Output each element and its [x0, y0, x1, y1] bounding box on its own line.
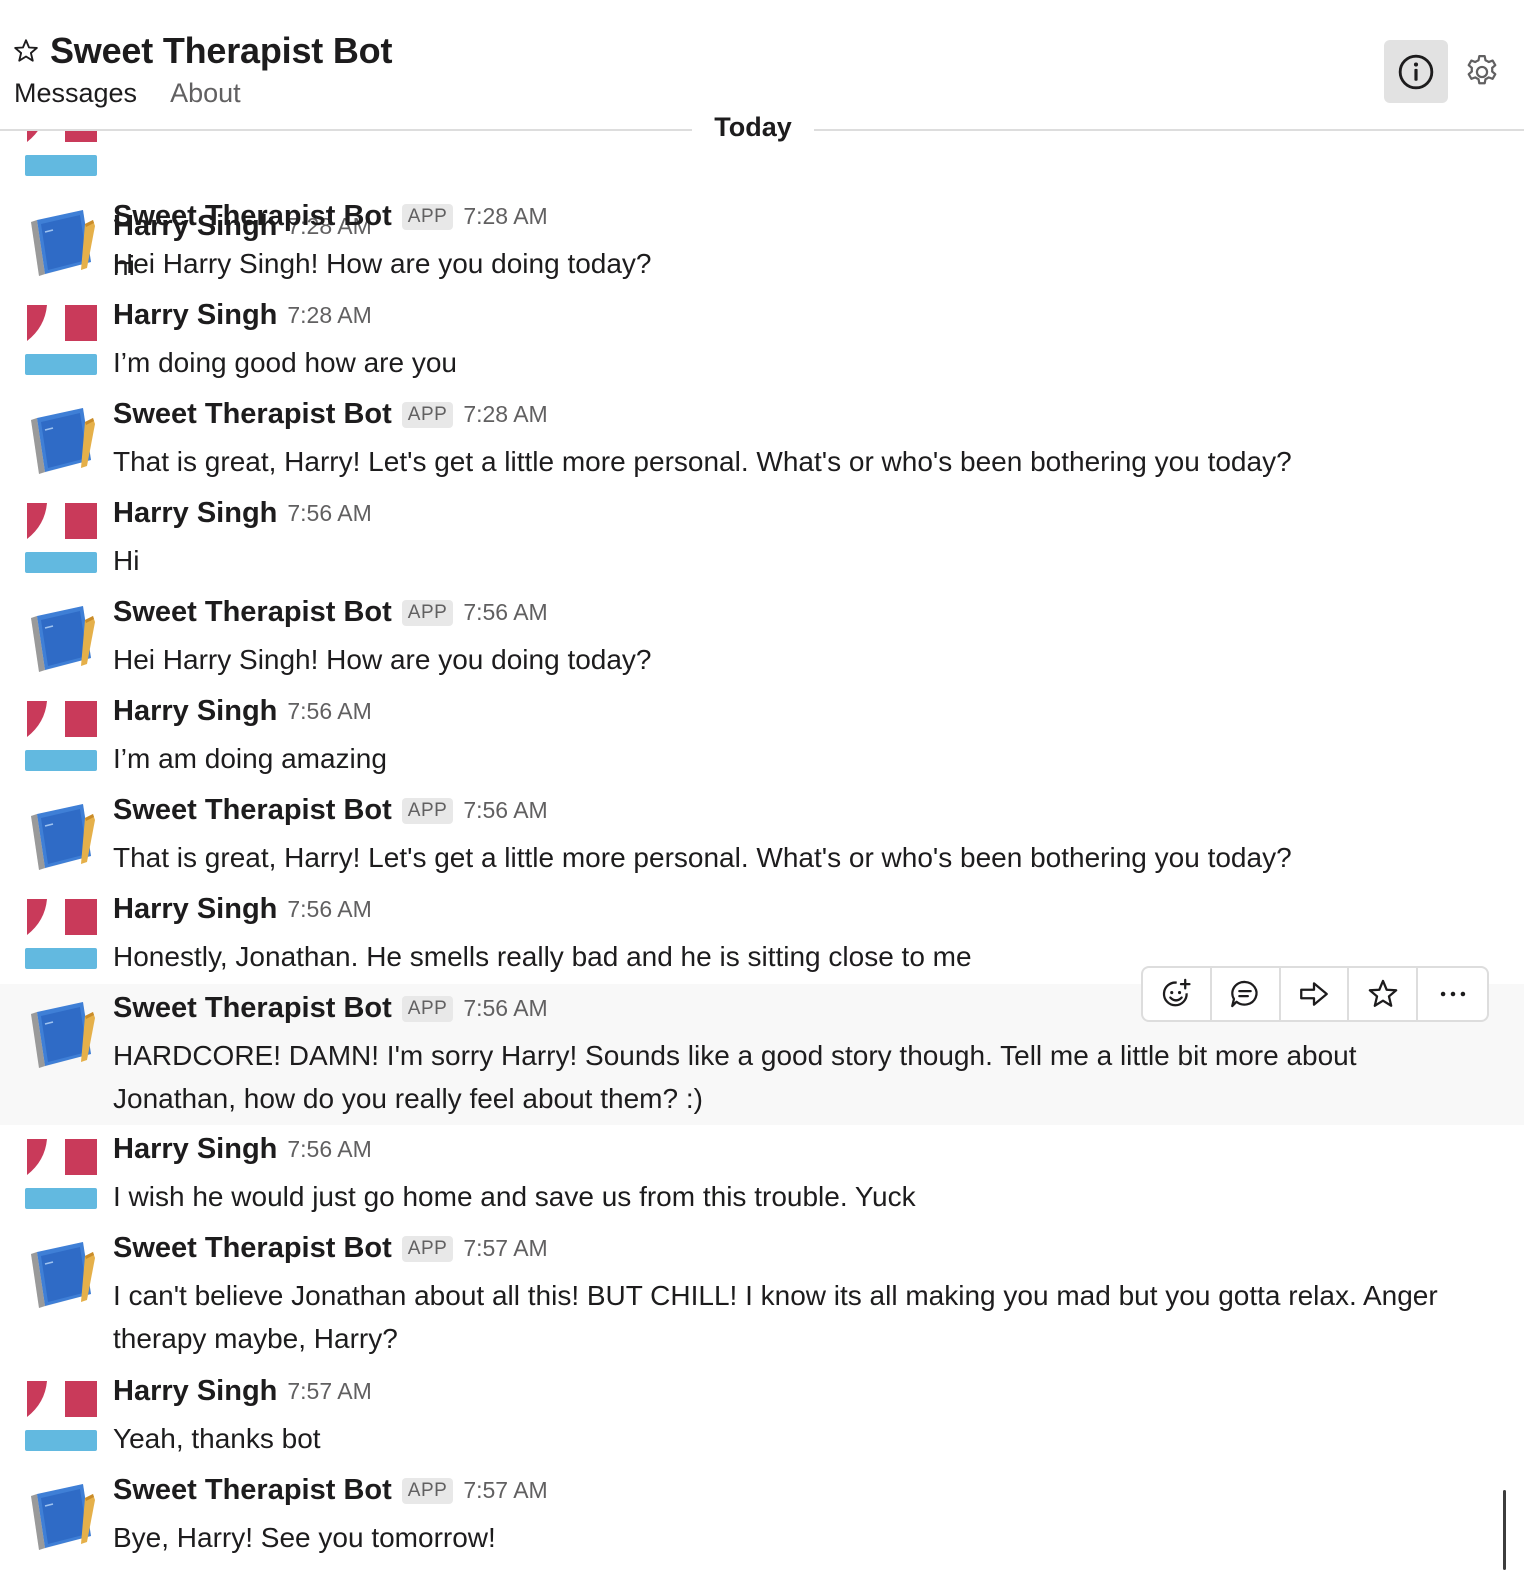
add-reaction-button[interactable] [1143, 968, 1212, 1020]
message-item: Sweet Therapist Bot APP 7:28 AM That is gre… [0, 390, 1524, 489]
sender-name[interactable]: Sweet Therapist Bot [113, 794, 392, 827]
app-badge: APP [401, 1477, 454, 1504]
timestamp[interactable]: 7:57 AM [463, 1477, 547, 1504]
timestamp[interactable]: 7:56 AM [463, 797, 547, 824]
message-item: Sweet Therapist Bot APP 7:56 AM That is gre… [0, 786, 1524, 885]
tab-about[interactable]: About [170, 78, 241, 109]
star-icon [1368, 979, 1398, 1007]
message-text: I can't believe Jonathan about all this!… [113, 1280, 1438, 1354]
message-item: Harry Singh 7:56 AM I wish he would just g… [0, 1125, 1524, 1224]
user-avatar[interactable] [25, 899, 97, 971]
user-avatar[interactable] [25, 1381, 97, 1453]
message-actions-bar [1141, 966, 1489, 1022]
timestamp[interactable]: 7:28 AM [463, 401, 547, 428]
timestamp[interactable]: 7:56 AM [287, 1136, 371, 1163]
message-item: Harry Singh 7:56 AM I’m am doing amazing [0, 687, 1524, 786]
tab-bar: Messages About [14, 78, 274, 109]
sender-name[interactable]: Harry Singh [113, 695, 277, 728]
sender-name[interactable]: Sweet Therapist Bot [113, 1474, 392, 1507]
star-outline-icon[interactable] [12, 37, 40, 65]
message-item: Harry Singh 7:56 AM Hi [0, 489, 1524, 588]
message-item: Harry Singh 7:57 AM Yeah, thanks bot [0, 1367, 1524, 1466]
timestamp[interactable]: 7:56 AM [287, 500, 371, 527]
sender-name[interactable]: Sweet Therapist Bot [113, 992, 392, 1025]
bot-avatar[interactable] [25, 404, 97, 476]
more-actions-icon [1440, 991, 1465, 997]
message-text: Hei Harry Singh! How are you doing today… [113, 644, 652, 675]
save-message-button[interactable] [1349, 968, 1419, 1020]
day-divider: Today [0, 108, 1524, 148]
day-divider-label[interactable]: Today [692, 112, 814, 143]
reply-thread-icon [1231, 980, 1258, 1008]
app-badge: APP [401, 599, 454, 626]
tab-messages[interactable]: Messages [14, 78, 137, 109]
sender-name[interactable]: Sweet Therapist Bot [113, 200, 392, 233]
sender-name[interactable]: Sweet Therapist Bot [113, 596, 392, 629]
timestamp[interactable]: 7:28 AM [287, 302, 371, 329]
timestamp[interactable]: 7:56 AM [463, 995, 547, 1022]
bot-avatar[interactable] [25, 998, 97, 1070]
timestamp[interactable]: 7:56 AM [287, 896, 371, 923]
add-reaction-icon [1163, 978, 1191, 1007]
info-button[interactable] [1384, 40, 1448, 103]
message-text: That is great, Harry! Let's get a little… [113, 842, 1292, 873]
share-icon [1300, 982, 1328, 1006]
sender-name[interactable]: Harry Singh [113, 893, 277, 926]
user-avatar[interactable] [25, 503, 97, 575]
timestamp[interactable]: 7:57 AM [463, 1235, 547, 1262]
bot-avatar[interactable] [25, 1238, 97, 1310]
scrollbar-thumb[interactable] [1503, 1490, 1506, 1570]
bot-avatar[interactable] [25, 602, 97, 674]
message-list[interactable]: Harry Singh 7:28 AM hi Sweet Therapist B… [0, 0, 1524, 1586]
divider-line [814, 129, 1524, 131]
message-text: HARDCORE! DAMN! I'm sorry Harry! Sounds … [113, 1040, 1357, 1114]
message-item: Sweet Therapist Bot APP 7:57 AM Bye, Harry!… [0, 1466, 1524, 1586]
divider-line [0, 129, 692, 131]
message-item: Sweet Therapist Bot APP 7:28 AM Hei Harry S… [0, 192, 1524, 291]
user-avatar[interactable] [25, 1139, 97, 1211]
sender-name[interactable]: Harry Singh [113, 497, 277, 530]
info-icon [1398, 54, 1434, 89]
settings-button[interactable] [1458, 48, 1506, 96]
bot-avatar[interactable] [25, 800, 97, 872]
sender-name[interactable]: Sweet Therapist Bot [113, 398, 392, 431]
sender-name[interactable]: Harry Singh [113, 299, 277, 332]
reply-thread-button[interactable] [1212, 968, 1281, 1020]
timestamp[interactable]: 7:56 AM [287, 698, 371, 725]
user-avatar[interactable] [25, 701, 97, 773]
app-badge: APP [401, 203, 454, 230]
message-item: Sweet Therapist Bot APP 7:56 AM Hei Harry S… [0, 588, 1524, 687]
sender-name[interactable]: Sweet Therapist Bot [113, 1232, 392, 1265]
sender-name[interactable]: Harry Singh [113, 1375, 277, 1408]
message-text: That is great, Harry! Let's get a little… [113, 446, 1292, 477]
timestamp[interactable]: 7:56 AM [463, 599, 547, 626]
message-item: Sweet Therapist Bot APP 7:57 AM I can't bel… [0, 1224, 1524, 1367]
message-text: Hei Harry Singh! How are you doing today… [113, 248, 652, 279]
user-avatar[interactable] [25, 305, 97, 377]
bot-avatar[interactable] [25, 206, 97, 278]
message-item: Harry Singh 7:28 AM I’m doing good how are… [0, 291, 1524, 390]
message-text: Bye, Harry! See you tomorrow! [113, 1522, 496, 1553]
app-badge: APP [401, 401, 454, 428]
app-badge: APP [401, 797, 454, 824]
message-text: Yeah, thanks bot [113, 1423, 321, 1454]
message-text: I’m am doing amazing [113, 743, 387, 774]
app-badge: APP [401, 1235, 454, 1262]
bot-avatar[interactable] [25, 1480, 97, 1552]
gear-icon [1467, 55, 1497, 85]
share-button[interactable] [1281, 968, 1350, 1020]
sender-name[interactable]: Harry Singh [113, 1133, 277, 1166]
timestamp[interactable]: 7:28 AM [463, 203, 547, 230]
message-text: I’m doing good how are you [113, 347, 457, 378]
more-actions-button[interactable] [1418, 968, 1487, 1020]
timestamp[interactable]: 7:57 AM [287, 1378, 371, 1405]
message-text: I wish he would just go home and save us… [113, 1181, 916, 1212]
app-badge: APP [401, 995, 454, 1022]
message-text: Hi [113, 545, 140, 576]
channel-title: Sweet Therapist Bot [50, 30, 393, 71]
